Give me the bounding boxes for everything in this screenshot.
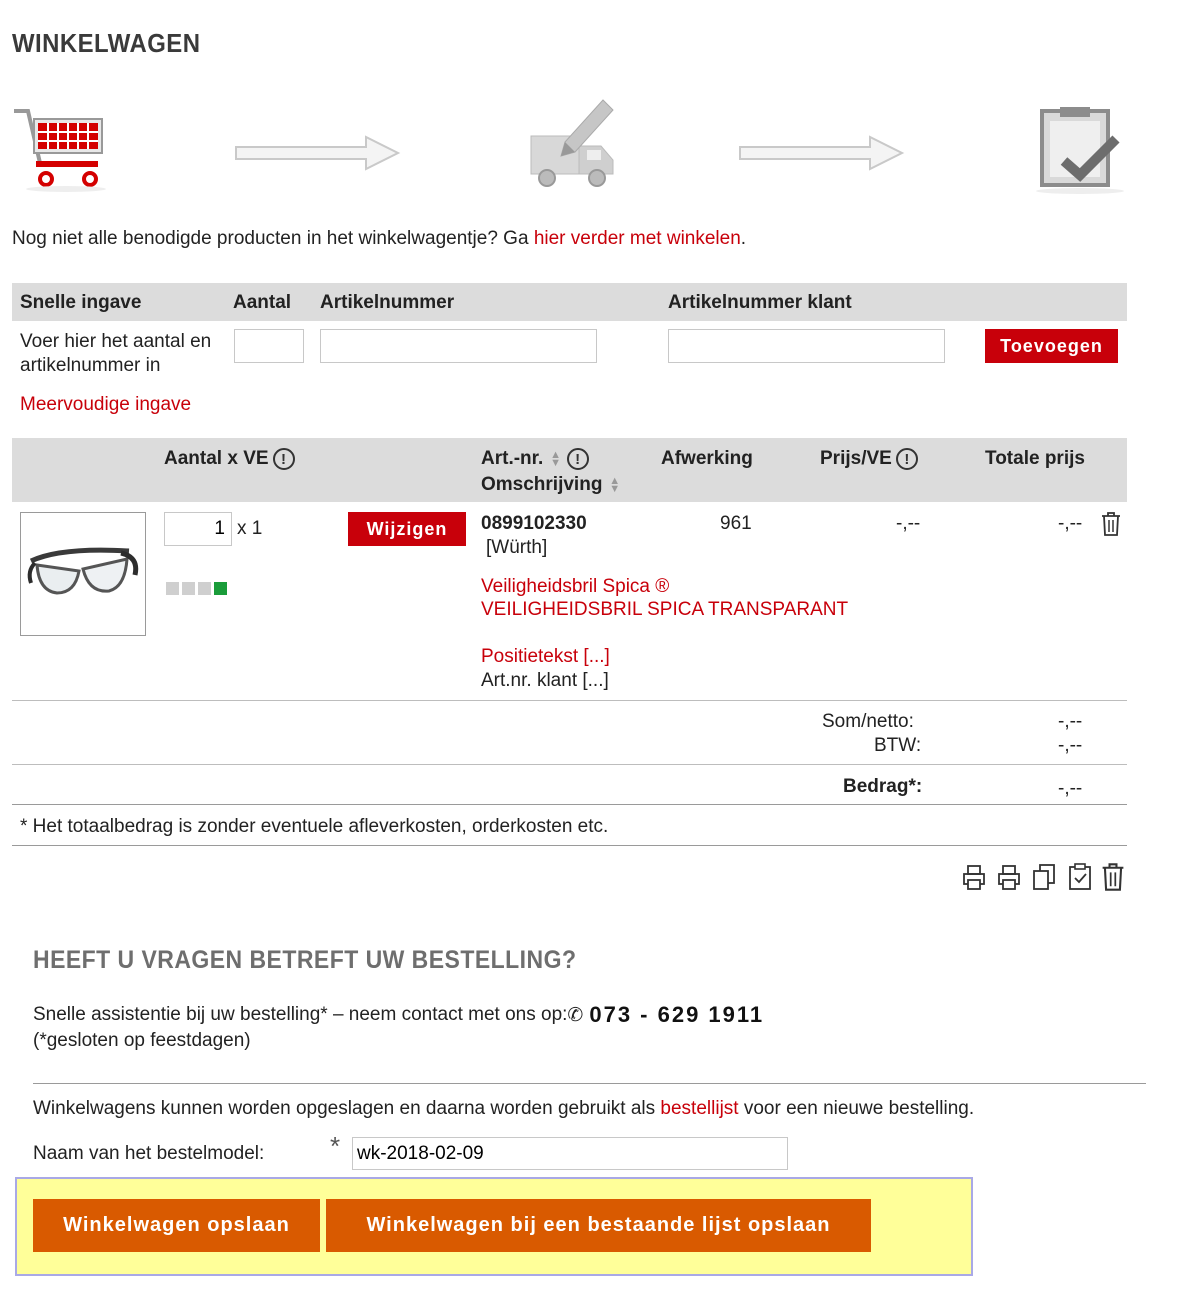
divider <box>12 845 1127 846</box>
divider <box>12 804 1127 805</box>
info-icon[interactable]: ! <box>895 448 918 470</box>
sort-icon[interactable]: ▲ ▼ <box>608 475 622 494</box>
order-model-name-label: Naam van het bestelmodel: <box>33 1143 265 1164</box>
print-icon[interactable] <box>995 862 1023 892</box>
holiday-note: (*gesloten op feestdagen) <box>33 1030 251 1051</box>
item-price: -,-- <box>896 513 921 534</box>
quick-entry-quantity-input[interactable] <box>234 329 304 363</box>
arrow-right-icon <box>234 133 402 173</box>
item-detail-link[interactable]: VEILIGHEIDSBRIL SPICA TRANSPARANT <box>481 599 848 621</box>
safety-glasses-image <box>27 547 139 595</box>
amount-value: -,-- <box>1058 778 1083 799</box>
item-finish: 961 <box>720 513 752 534</box>
availability-indicator <box>166 579 230 601</box>
divider <box>12 700 1127 701</box>
item-name-link[interactable]: Veiligheidsbril Spica ® <box>481 576 669 598</box>
print-icon[interactable] <box>960 862 988 892</box>
article-number-header: Artikelnummer <box>320 292 455 313</box>
clipboard-check-icon[interactable] <box>1066 862 1094 892</box>
save-cart-existing-list-button[interactable]: Winkelwagen bij een bestaande lijst opsl… <box>326 1199 871 1252</box>
trash-icon[interactable] <box>1099 511 1123 543</box>
continue-shopping-text: Nog niet alle benodigde producten in het… <box>12 228 747 249</box>
save-cart-button[interactable]: Winkelwagen opslaan <box>33 1199 320 1252</box>
item-quantity-input[interactable] <box>164 512 232 546</box>
delivery-truck-icon <box>525 92 620 192</box>
quick-entry-article-input[interactable] <box>320 329 597 363</box>
save-info-text: Winkelwagens kunnen worden opgeslagen en… <box>33 1098 975 1119</box>
divider <box>12 764 1127 765</box>
customer-article-number-header: Artikelnummer klant <box>668 292 852 313</box>
order-model-name-input[interactable] <box>352 1137 788 1170</box>
order-list-link[interactable]: bestellijst <box>660 1098 738 1119</box>
vat-value: -,-- <box>1058 735 1083 756</box>
position-text-link[interactable]: Positietekst [...] <box>481 646 610 668</box>
phone-icon: ✆ <box>567 1004 584 1026</box>
vat-label: BTW: <box>874 735 922 756</box>
item-total: -,-- <box>1058 513 1083 534</box>
quantity-header: Aantal <box>233 292 292 313</box>
quick-entry-header <box>12 283 1127 321</box>
add-button[interactable]: Toevoegen <box>985 329 1118 363</box>
sort-icon[interactable]: ▲ ▼ <box>549 450 563 469</box>
trash-icon[interactable] <box>1099 862 1127 892</box>
customer-article-link[interactable]: Art.nr. klant [...] <box>481 670 609 692</box>
description-column-header: Omschrijving ▲ ▼ <box>481 474 622 495</box>
change-button[interactable]: Wijzigen <box>348 512 466 546</box>
clipboard-check-icon <box>1030 105 1128 195</box>
quick-entry-hint: Voer hier het aantal en artikelnummer in <box>20 331 212 376</box>
phone-number[interactable]: 073 - 629 1911 <box>589 1002 764 1028</box>
finish-column-header: Afwerking <box>661 448 753 469</box>
item-brand: [Würth] <box>486 537 548 558</box>
divider <box>33 1083 1146 1084</box>
artnr-column-header: Art.-nr. ▲ ▼! <box>481 448 589 470</box>
multi-entry-link[interactable]: Meervoudige ingave <box>20 394 191 416</box>
copy-icon[interactable] <box>1030 862 1058 892</box>
required-mark: * <box>330 1131 341 1161</box>
sum-label: Som/netto: <box>822 711 914 732</box>
sum-value: -,-- <box>1058 711 1083 732</box>
questions-title: HEEFT U VRAGEN BETREFT UW BESTELLING? <box>33 946 577 974</box>
assistance-text: Snelle assistentie bij uw bestelling* – … <box>33 1002 765 1028</box>
product-thumbnail[interactable] <box>20 512 146 636</box>
info-icon[interactable]: ! <box>272 448 295 470</box>
info-icon[interactable]: ! <box>566 448 589 470</box>
page-title: WINKELWAGEN <box>12 28 201 58</box>
item-article-number: 0899102330 <box>481 513 587 534</box>
footnote: * Het totaalbedrag is zonder eventuele a… <box>20 816 609 837</box>
item-unit: x 1 <box>237 518 263 539</box>
cart-step-icon <box>10 97 110 197</box>
total-column-header: Totale prijs <box>985 448 1085 469</box>
quick-entry-label: Snelle ingave <box>20 292 142 313</box>
price-column-header: Prijs/VE! <box>820 448 918 470</box>
amount-label: Bedrag*: <box>843 776 923 797</box>
continue-shopping-link[interactable]: hier verder met winkelen <box>534 228 741 249</box>
quick-entry-customer-article-input[interactable] <box>668 329 945 363</box>
qty-column-header: Aantal x VE! <box>164 448 295 470</box>
arrow-right-icon <box>738 133 906 173</box>
